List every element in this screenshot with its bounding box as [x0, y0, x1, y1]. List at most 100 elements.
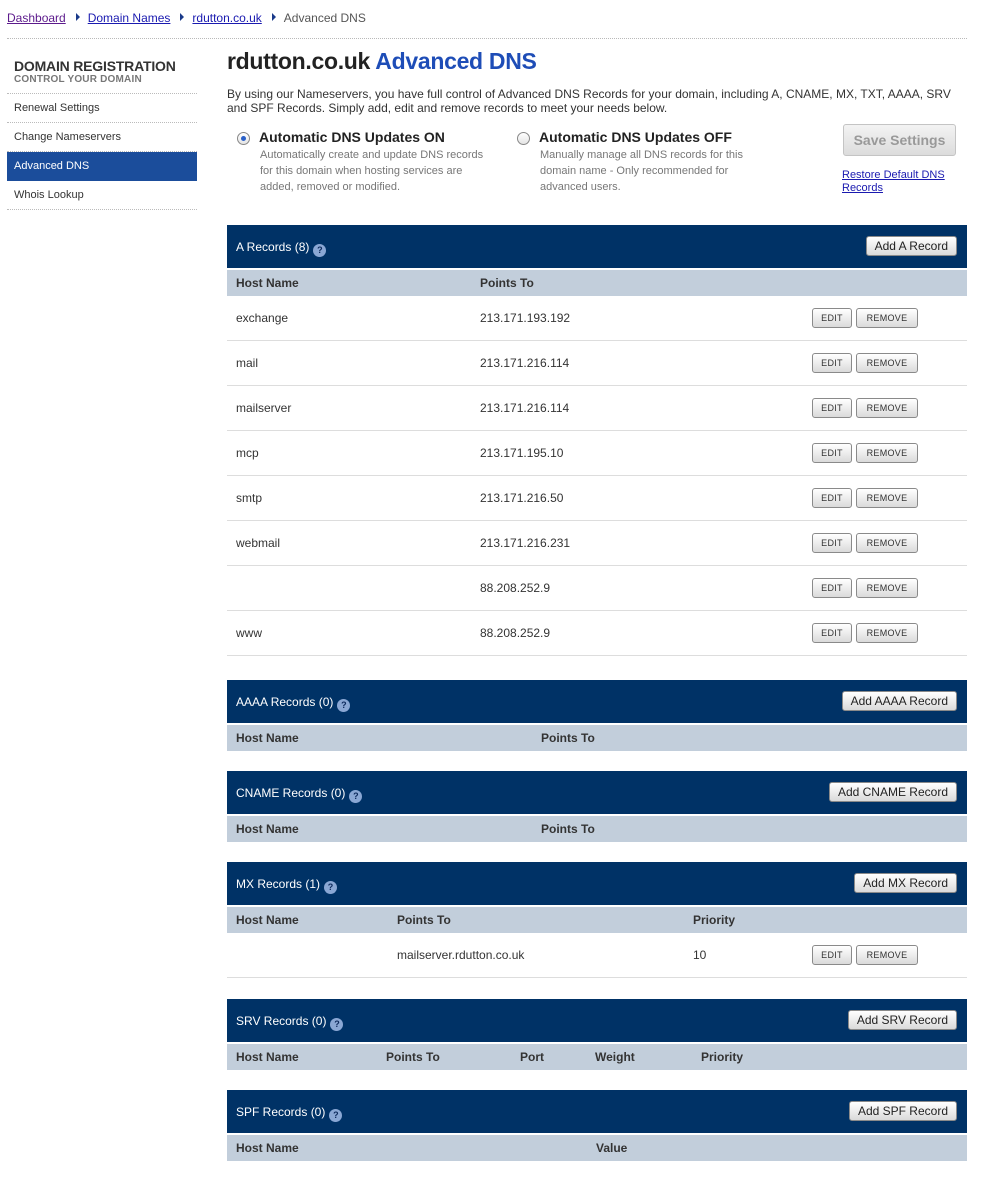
column-port: Port [520, 1050, 544, 1064]
table-row: mcp 213.171.195.10 EDIT REMOVE [227, 431, 967, 476]
a-records-title: A Records (8) [236, 240, 310, 254]
add-spf-record-button[interactable]: Add SPF Record [848, 1101, 957, 1121]
breadcrumb-domain-names-link[interactable]: Domain Names [88, 11, 171, 25]
row-host-name: mailserver [236, 401, 292, 415]
a-records-section: A Records (8)? Add A Record Host Name Po… [227, 225, 967, 656]
column-points-to: Points To [397, 913, 451, 927]
help-icon[interactable]: ? [329, 1109, 343, 1122]
add-mx-record-button[interactable]: Add MX Record [854, 873, 957, 893]
column-host-name: Host Name [236, 822, 299, 836]
remove-button[interactable]: REMOVE [856, 308, 918, 328]
main-content: rdutton.co.uk Advanced DNS By using our … [227, 48, 967, 219]
row-points-to: 88.208.252.9 [480, 626, 551, 640]
intro-text: By using our Nameservers, you have full … [227, 87, 951, 115]
help-icon[interactable]: ? [349, 790, 363, 803]
column-points-to: Points To [541, 731, 595, 745]
table-row: 88.208.252.9 EDIT REMOVE [227, 566, 967, 611]
option-auto-on-title: Automatic DNS Updates ON [259, 129, 445, 145]
column-priority: Priority [693, 913, 736, 927]
column-value: Value [596, 1141, 628, 1155]
mx-records-title: MX Records (1) [236, 877, 321, 891]
breadcrumb-dashboard-link[interactable]: Dashboard [7, 11, 66, 25]
edit-button[interactable]: EDIT [812, 398, 852, 418]
option-auto-on[interactable]: Automatic DNS Updates ON Automatically c… [227, 129, 497, 195]
remove-button[interactable]: REMOVE [856, 443, 918, 463]
table-row: mailserver 213.171.216.114 EDIT REMOVE [227, 386, 967, 431]
remove-button[interactable]: REMOVE [856, 578, 918, 598]
edit-button[interactable]: EDIT [812, 578, 852, 598]
add-aaaa-record-button[interactable]: Add AAAA Record [841, 691, 957, 711]
edit-button[interactable]: EDIT [812, 353, 852, 373]
srv-records-column-header: Host Name Points To Port Weight Priority [227, 1044, 967, 1070]
row-points-to: 213.171.216.231 [480, 536, 571, 550]
row-host-name: www [236, 626, 262, 640]
option-auto-off[interactable]: Automatic DNS Updates OFF Manually manag… [507, 129, 777, 195]
spf-records-column-header: Host Name Value [227, 1135, 967, 1161]
page-title-domain: rdutton.co.uk [227, 48, 371, 74]
sidebar-subtitle: CONTROL YOUR DOMAIN [7, 74, 197, 94]
row-points-to: 213.171.216.114 [480, 401, 570, 415]
edit-button[interactable]: EDIT [812, 533, 852, 553]
remove-button[interactable]: REMOVE [856, 353, 918, 373]
row-points-to: 213.171.216.50 [480, 491, 564, 505]
edit-button[interactable]: EDIT [812, 488, 852, 508]
option-auto-on-desc: Automatically create and update DNS reco… [260, 149, 484, 193]
column-host-name: Host Name [236, 1141, 299, 1155]
column-points-to: Points To [541, 822, 595, 836]
radio-auto-on[interactable] [237, 132, 250, 145]
sidebar-item-change-nameservers[interactable]: Change Nameservers [7, 123, 197, 152]
row-points-to: 213.171.216.114 [480, 356, 570, 370]
add-cname-record-button[interactable]: Add CNAME Record [828, 782, 957, 802]
breadcrumb-arrow-icon [75, 13, 80, 21]
add-srv-record-button[interactable]: Add SRV Record [847, 1010, 957, 1030]
cname-records-section: CNAME Records (0)? Add CNAME Record Host… [227, 771, 967, 842]
spf-records-title: SPF Records (0) [236, 1105, 326, 1119]
remove-button[interactable]: REMOVE [856, 533, 918, 553]
remove-button[interactable]: REMOVE [856, 398, 918, 418]
a-records-column-header: Host Name Points To [227, 270, 967, 296]
sidebar-item-advanced-dns[interactable]: Advanced DNS [7, 152, 197, 181]
breadcrumb-current: Advanced DNS [283, 11, 366, 25]
sidebar-item-whois-lookup[interactable]: Whois Lookup [7, 181, 197, 210]
option-auto-off-title: Automatic DNS Updates OFF [539, 129, 732, 145]
aaaa-records-column-header: Host Name Points To [227, 725, 967, 751]
remove-button[interactable]: REMOVE [856, 488, 918, 508]
help-icon[interactable]: ? [324, 881, 338, 894]
help-icon[interactable]: ? [330, 1018, 344, 1031]
edit-button[interactable]: EDIT [812, 443, 852, 463]
column-host-name: Host Name [236, 1050, 299, 1064]
column-points-to: Points To [386, 1050, 440, 1064]
a-records-header: A Records (8)? Add A Record [227, 225, 967, 268]
a-records-rows: exchange 213.171.193.192 EDIT REMOVE mai… [227, 296, 967, 656]
edit-button[interactable]: EDIT [812, 623, 852, 643]
help-icon[interactable]: ? [337, 699, 351, 712]
row-host-name: webmail [236, 536, 281, 550]
sidebar: DOMAIN REGISTRATION CONTROL YOUR DOMAIN … [7, 58, 197, 210]
breadcrumb-domain-link[interactable]: rdutton.co.uk [192, 11, 261, 25]
save-settings-button[interactable]: Save Settings [843, 124, 956, 156]
row-host-name: mail [236, 356, 259, 370]
edit-button[interactable]: EDIT [812, 945, 852, 965]
row-host-name: exchange [236, 311, 289, 325]
srv-records-title: SRV Records (0) [236, 1014, 327, 1028]
option-auto-off-desc: Manually manage all DNS records for this… [540, 149, 743, 193]
remove-button[interactable]: REMOVE [856, 945, 918, 965]
column-points-to: Points To [480, 276, 534, 290]
column-priority: Priority [701, 1050, 744, 1064]
page-title: rdutton.co.uk Advanced DNS [227, 48, 967, 75]
srv-records-section: SRV Records (0)? Add SRV Record Host Nam… [227, 999, 967, 1070]
breadcrumb: Dashboard Domain Names rdutton.co.uk Advanc… [7, 11, 967, 39]
table-row: exchange 213.171.193.192 EDIT REMOVE [227, 296, 967, 341]
sidebar-item-renewal-settings[interactable]: Renewal Settings [7, 94, 197, 123]
table-row: mail 213.171.216.114 EDIT REMOVE [227, 341, 967, 386]
help-icon[interactable]: ? [313, 244, 327, 257]
cname-records-column-header: Host Name Points To [227, 816, 967, 842]
remove-button[interactable]: REMOVE [856, 623, 918, 643]
column-host-name: Host Name [236, 731, 299, 745]
restore-default-dns-link[interactable]: Restore Default DNS Records [842, 169, 952, 195]
cname-records-header: CNAME Records (0)? Add CNAME Record [227, 771, 967, 814]
edit-button[interactable]: EDIT [812, 308, 852, 328]
mx-records-column-header: Host Name Points To Priority [227, 907, 967, 933]
add-a-record-button[interactable]: Add A Record [865, 236, 957, 256]
radio-auto-off[interactable] [517, 132, 530, 145]
